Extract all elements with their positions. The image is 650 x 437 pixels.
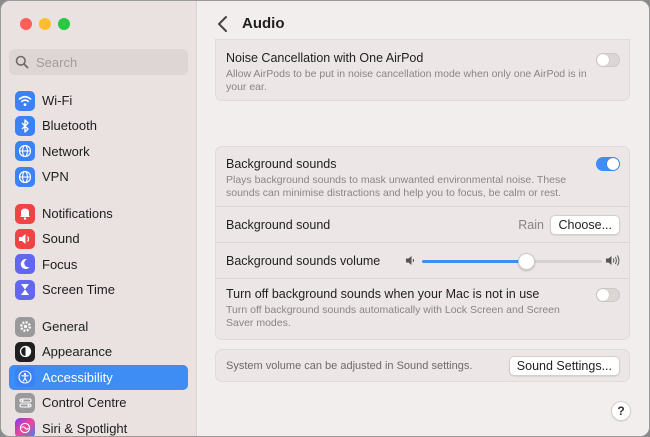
sidebar-item-wifi[interactable]: Wi-Fi xyxy=(9,88,188,113)
sidebar-item-label: Accessibility xyxy=(42,369,113,385)
notifications-bell-icon xyxy=(15,203,35,224)
sidebar-item-focus[interactable]: Focus xyxy=(9,252,188,277)
sidebar-item-network[interactable]: Network xyxy=(9,139,188,164)
sidebar-item-label: General xyxy=(42,319,89,334)
turn-off-background-sounds-description: Turn off background sounds automatically… xyxy=(226,304,560,329)
sidebar-item-general[interactable]: General xyxy=(9,314,188,339)
noise-cancellation-description: Allow AirPods to be put in noise cancell… xyxy=(226,68,587,93)
sidebar-item-control-centre[interactable]: Control Centre xyxy=(9,390,188,415)
window-controls xyxy=(20,18,70,30)
sound-settings-button[interactable]: Sound Settings... xyxy=(508,355,620,376)
turn-off-background-sounds-row: Turn off background sounds when your Mac… xyxy=(216,278,629,339)
noise-cancellation-card: Noise Cancellation with One AirPod Allow… xyxy=(215,39,630,101)
noise-cancellation-row: Noise Cancellation with One AirPod Allow… xyxy=(216,40,629,94)
sidebar-item-label: Screen Time xyxy=(42,282,115,298)
sidebar-item-screen-time[interactable]: Screen Time xyxy=(9,277,188,302)
siri-icon xyxy=(15,418,35,436)
sidebar-item-label: Notifications xyxy=(42,206,113,221)
wifi-icon xyxy=(15,90,35,111)
sound-settings-card: System volume can be adjusted in Sound s… xyxy=(215,349,630,382)
background-sounds-volume-label: Background sounds volume xyxy=(226,253,381,268)
sidebar-item-label: Bluetooth xyxy=(42,118,97,134)
turn-off-background-sounds-toggle[interactable] xyxy=(596,288,620,302)
sidebar-item-label: Appearance xyxy=(42,344,113,360)
sidebar-item-label: Control Centre xyxy=(42,395,127,411)
noise-cancellation-title: Noise Cancellation with One AirPod xyxy=(226,51,424,65)
search-field[interactable] xyxy=(9,49,188,75)
sound-speaker-icon xyxy=(15,228,35,249)
volume-slider-knob[interactable] xyxy=(518,253,536,270)
volume-slider-fill xyxy=(422,260,527,263)
sidebar-item-accessibility[interactable]: Accessibility xyxy=(9,364,188,390)
minimize-window-button[interactable] xyxy=(39,18,51,30)
background-sounds-title: Background sounds xyxy=(226,157,337,171)
sidebar-group-general: General Appearance Accessibility Control… xyxy=(9,314,188,436)
noise-cancellation-toggle[interactable] xyxy=(596,53,620,67)
focus-moon-icon xyxy=(15,254,35,275)
background-sounds-card: Background sounds Plays background sound… xyxy=(215,146,630,340)
sidebar-item-sound[interactable]: Sound xyxy=(9,226,188,251)
close-window-button[interactable] xyxy=(20,18,32,30)
background-sounds-volume-row: Background sounds volume xyxy=(216,242,629,278)
sidebar-group-notifications: Notifications Sound Focus Screen Time xyxy=(9,201,188,303)
background-sounds-toggle[interactable] xyxy=(596,157,620,171)
sidebar-item-label: Sound xyxy=(42,231,80,247)
sound-settings-row: System volume can be adjusted in Sound s… xyxy=(216,350,629,381)
sidebar-item-notifications[interactable]: Notifications xyxy=(9,201,188,226)
network-globe-icon xyxy=(15,141,35,162)
sidebar-item-siri-spotlight[interactable]: Siri & Spotlight xyxy=(9,416,188,436)
background-sounds-row: Background sounds Plays background sound… xyxy=(216,147,629,206)
gear-icon xyxy=(15,316,35,337)
background-sound-value: Rain xyxy=(518,217,544,232)
vpn-globe-icon xyxy=(15,166,35,187)
appearance-icon xyxy=(15,341,35,362)
sidebar-item-label: Network xyxy=(42,143,90,159)
background-sounds-volume-slider[interactable] xyxy=(422,253,602,270)
control-centre-icon xyxy=(15,392,35,413)
page-title: Audio xyxy=(242,15,285,32)
sidebar-item-label: Focus xyxy=(42,256,78,272)
bluetooth-icon xyxy=(15,115,35,136)
hourglass-icon xyxy=(15,279,35,300)
sidebar-item-bluetooth[interactable]: Bluetooth xyxy=(9,113,188,138)
background-sounds-description: Plays background sounds to mask unwanted… xyxy=(226,174,567,199)
accessibility-icon xyxy=(15,367,35,388)
background-sound-row: Background sound Rain Choose... xyxy=(216,206,629,242)
sidebar: Wi-Fi Bluetooth Network VPN xyxy=(1,1,197,436)
back-chevron-icon[interactable] xyxy=(215,15,231,33)
volume-low-icon xyxy=(406,256,414,265)
settings-window: Wi-Fi Bluetooth Network VPN xyxy=(0,0,650,437)
zoom-window-button[interactable] xyxy=(58,18,70,30)
sidebar-group-network: Wi-Fi Bluetooth Network VPN xyxy=(9,88,188,190)
sidebar-item-appearance[interactable]: Appearance xyxy=(9,339,188,364)
search-input[interactable] xyxy=(36,54,166,70)
main-pane: Audio Noise Cancellation with One AirPod… xyxy=(198,1,649,436)
help-button[interactable]: ? xyxy=(611,401,631,421)
volume-high-icon xyxy=(606,255,620,266)
search-icon xyxy=(15,55,29,69)
sidebar-item-label: Wi-Fi xyxy=(42,93,73,108)
sidebar-item-label: Siri & Spotlight xyxy=(42,420,128,436)
background-sound-label: Background sound xyxy=(226,217,331,232)
sidebar-item-label: VPN xyxy=(42,169,69,185)
sidebar-item-vpn[interactable]: VPN xyxy=(9,164,188,189)
choose-sound-button[interactable]: Choose... xyxy=(550,214,620,235)
system-volume-note: System volume can be adjusted in Sound s… xyxy=(226,359,473,372)
turn-off-background-sounds-title: Turn off background sounds when your Mac… xyxy=(226,287,540,301)
